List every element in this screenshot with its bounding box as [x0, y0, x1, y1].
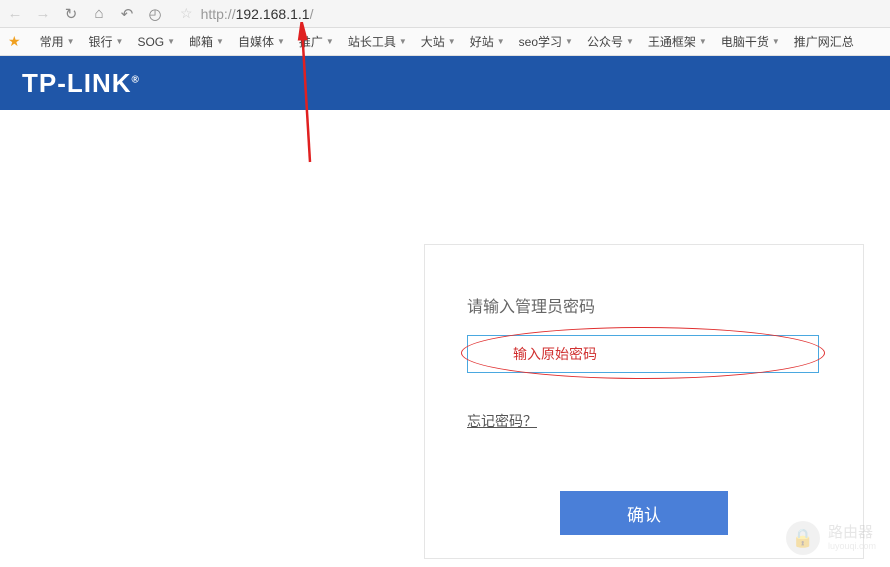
- forgot-password-link[interactable]: 忘记密码？: [467, 411, 537, 431]
- address-bar[interactable]: ☆ http://192.168.1.1/: [174, 5, 884, 22]
- bookmark-item[interactable]: 推广网汇总: [787, 30, 861, 53]
- browser-nav-bar: ← → ↻ ⌂ ↶ ◴ ☆ http://192.168.1.1/: [0, 0, 890, 28]
- login-title: 请输入管理员密码: [467, 293, 821, 317]
- password-field-wrap: 输入原始密码: [467, 335, 821, 373]
- bookmarks-star-icon[interactable]: ★: [8, 33, 21, 50]
- bookmark-item[interactable]: SOG▼: [130, 32, 182, 52]
- password-input[interactable]: [467, 335, 819, 373]
- watermark-text: 路由器: [828, 525, 876, 542]
- bookmark-item[interactable]: 银行▼: [82, 30, 131, 53]
- bookmark-item[interactable]: seo学习▼: [512, 30, 580, 53]
- clock-button[interactable]: ◴: [146, 5, 164, 23]
- confirm-button[interactable]: 确认: [560, 491, 728, 535]
- favorite-star-icon[interactable]: ☆: [180, 5, 193, 22]
- bookmark-item[interactable]: 邮箱▼: [182, 30, 231, 53]
- bookmark-item[interactable]: 站长工具▼: [341, 30, 414, 53]
- bookmark-item[interactable]: 常用▼: [33, 30, 82, 53]
- home-button[interactable]: ⌂: [90, 5, 108, 23]
- bookmark-item[interactable]: 电脑干货▼: [714, 30, 787, 53]
- reload-button[interactable]: ↻: [62, 5, 80, 23]
- back-button[interactable]: ←: [6, 5, 24, 23]
- bookmarks-bar: ★ 常用▼银行▼SOG▼邮箱▼自媒体▼推广▼站长工具▼大站▼好站▼seo学习▼公…: [0, 28, 890, 56]
- forward-button[interactable]: →: [34, 5, 52, 23]
- bookmark-item[interactable]: 自媒体▼: [231, 30, 292, 53]
- watermark: 🔒 路由器 luyouqi.com: [786, 521, 876, 555]
- bookmark-item[interactable]: 王通框架▼: [641, 30, 714, 53]
- page-header: TP-LINK®: [0, 56, 890, 110]
- tplink-logo: TP-LINK®: [22, 68, 140, 99]
- bookmark-item[interactable]: 大站▼: [414, 30, 463, 53]
- url-text: http://192.168.1.1/: [201, 6, 314, 22]
- undo-button[interactable]: ↶: [118, 5, 136, 23]
- bookmark-item[interactable]: 好站▼: [463, 30, 512, 53]
- watermark-icon: 🔒: [786, 521, 820, 555]
- watermark-subtext: luyouqi.com: [828, 541, 876, 551]
- bookmark-item[interactable]: 推广▼: [292, 30, 341, 53]
- bookmark-item[interactable]: 公众号▼: [580, 30, 641, 53]
- login-panel: 请输入管理员密码 输入原始密码 忘记密码？ 确认: [424, 244, 864, 559]
